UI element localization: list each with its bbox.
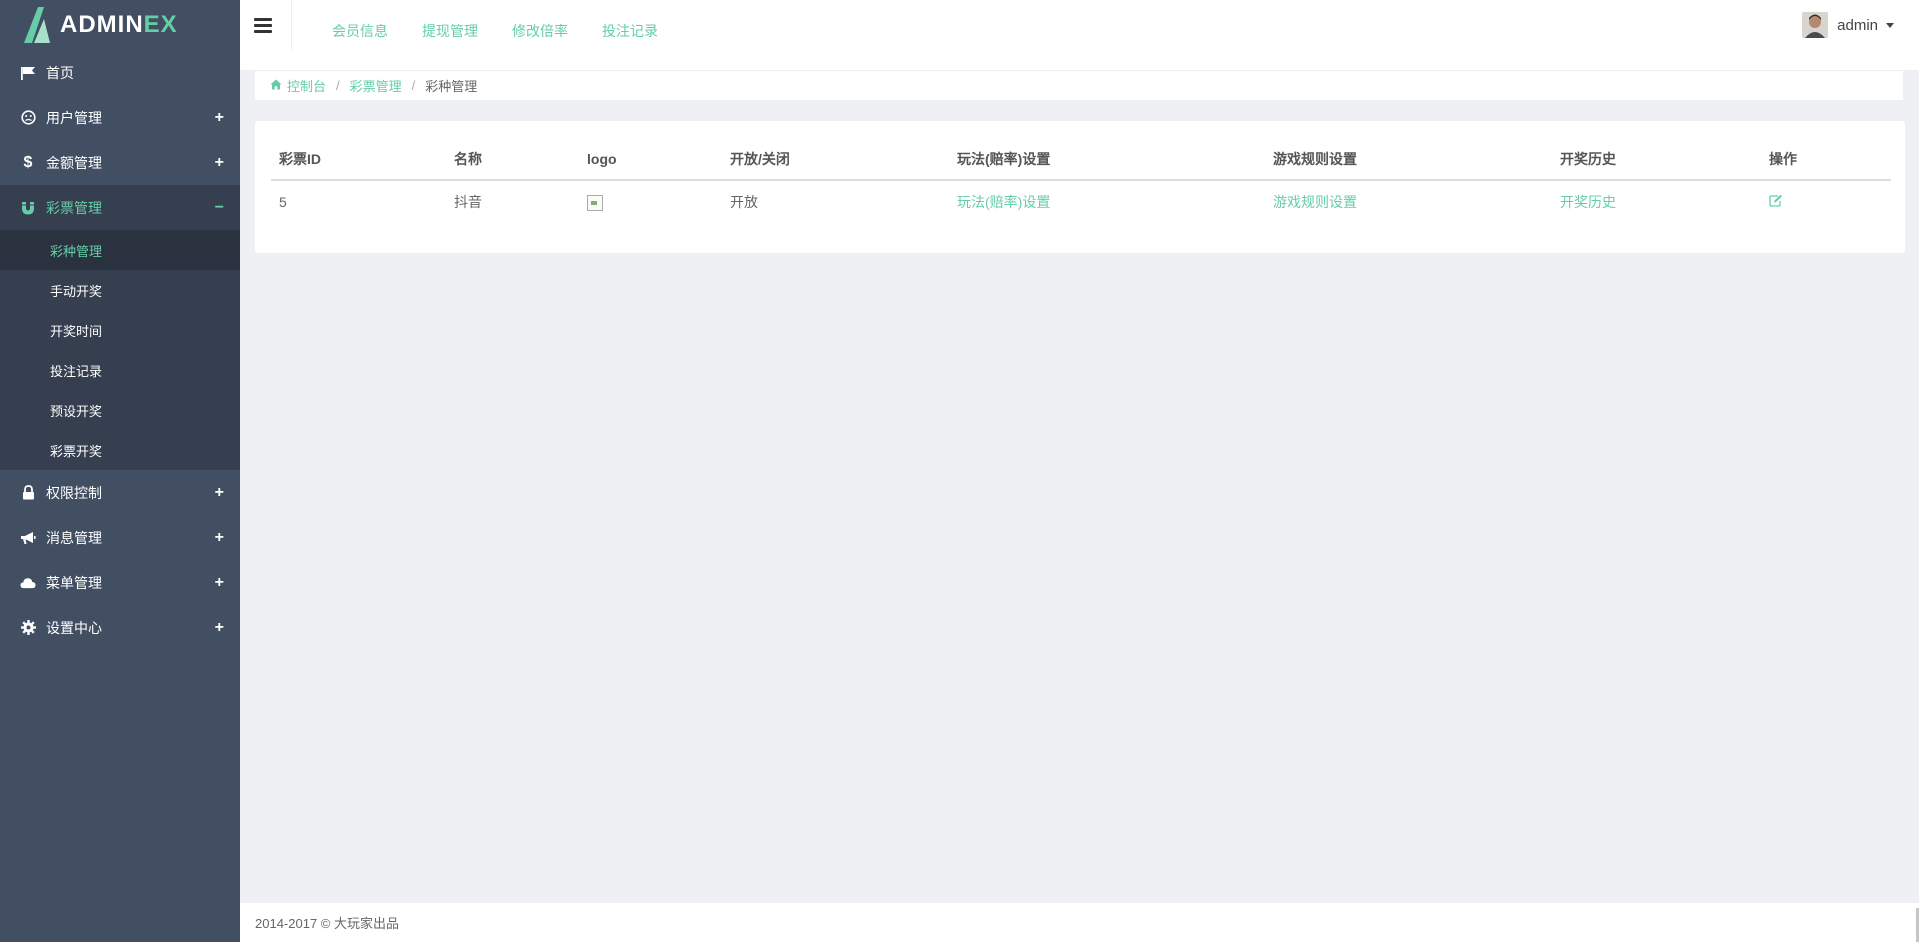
cell-status: 开放 (730, 194, 758, 210)
col-header-actions: 操作 (1761, 139, 1891, 181)
sidebar-menu: 首页 用户管理 + $ 金额管理 + 彩票管理 − 彩种管理 手动开奖 开奖时间 (0, 50, 240, 650)
breadcrumb-separator: / (336, 78, 340, 93)
col-header-logo: logo (579, 139, 722, 181)
cell-odds: 玩法(赔率)设置 (949, 180, 1265, 223)
odds-settings-link[interactable]: 玩法(赔率)设置 (957, 194, 1050, 210)
user-circle-icon (20, 110, 36, 126)
topnav-bet-records[interactable]: 投注记录 (602, 21, 658, 41)
bullhorn-icon (20, 530, 36, 546)
breadcrumb-current: 彩种管理 (425, 79, 478, 94)
user-menu[interactable]: admin (1802, 12, 1894, 38)
sidebar-item-users[interactable]: 用户管理 + (0, 95, 240, 140)
expand-icon: + (214, 618, 224, 636)
flag-icon (20, 65, 36, 81)
sidebar-item-label: 彩票管理 (46, 199, 102, 216)
rules-settings-link[interactable]: 游戏规则设置 (1273, 194, 1357, 210)
sidebar-item-lottery[interactable]: 彩票管理 − (0, 185, 240, 230)
sidebar-item-home[interactable]: 首页 (0, 50, 240, 95)
footer-copyright: 2014-2017 © 大玩家出品 (255, 916, 399, 931)
sidebar-item-label: 金额管理 (46, 154, 102, 171)
sidebar-item-settings[interactable]: 设置中心 + (0, 605, 240, 650)
cell-id: 5 (279, 194, 287, 210)
footer: 2014-2017 © 大玩家出品 (240, 903, 1919, 942)
collapse-icon: − (214, 198, 224, 216)
caret-down-icon (1886, 22, 1894, 28)
sidebar-item-messages[interactable]: 消息管理 + (0, 515, 240, 560)
brand-suffix: EX (143, 11, 178, 38)
top-nav: 会员信息 提现管理 修改倍率 投注记录 (332, 21, 658, 41)
edit-icon[interactable] (1769, 194, 1783, 210)
sidebar-item-finance[interactable]: $ 金额管理 + (0, 140, 240, 185)
cell-actions (1761, 180, 1891, 223)
col-header-history: 开奖历史 (1552, 139, 1761, 181)
breadcrumb: 控制台 / 彩票管理 / 彩种管理 (255, 71, 1903, 100)
brand-logo[interactable]: ADMIN EX (0, 0, 240, 50)
sidebar-item-label: 首页 (46, 64, 74, 81)
sidebar-item-label: 设置中心 (46, 619, 102, 636)
cell-history: 开奖历史 (1552, 180, 1761, 223)
topnav-edit-multiplier[interactable]: 修改倍率 (512, 21, 568, 41)
expand-icon: + (214, 153, 224, 171)
breadcrumb-separator: / (411, 78, 416, 93)
sidebar-item-label: 用户管理 (46, 109, 102, 126)
brand-prefix: ADMIN (60, 11, 144, 38)
col-header-name: 名称 (446, 139, 579, 181)
expand-icon: + (214, 483, 224, 501)
col-header-status: 开放/关闭 (722, 139, 949, 181)
submenu-item-lottery-types[interactable]: 彩种管理 (0, 230, 240, 270)
broken-image-icon (587, 194, 603, 211)
submenu-item-manual-draw[interactable]: 手动开奖 (0, 270, 240, 310)
top-header: 会员信息 提现管理 修改倍率 投注记录 admin (240, 0, 1919, 71)
col-header-odds: 玩法(赔率)设置 (949, 139, 1265, 181)
lottery-table: 彩票ID 名称 logo 开放/关闭 玩法(赔率)设置 游戏规则设置 开奖历史 … (271, 139, 1891, 223)
cell-logo (579, 180, 722, 223)
lottery-submenu: 彩种管理 手动开奖 开奖时间 投注记录 预设开奖 彩票开奖 (0, 230, 240, 470)
expand-icon: + (214, 108, 224, 126)
lock-icon (20, 485, 36, 501)
magnet-icon (20, 200, 36, 216)
breadcrumb-home[interactable]: 控制台 (287, 76, 326, 95)
cell-name: 抖音 (454, 194, 482, 210)
submenu-item-preset-draw[interactable]: 预设开奖 (0, 390, 240, 430)
topnav-withdraw[interactable]: 提现管理 (422, 21, 478, 41)
topnav-member-info[interactable]: 会员信息 (332, 21, 388, 41)
sidebar-item-permissions[interactable]: 权限控制 + (0, 470, 240, 515)
sidebar-item-label: 消息管理 (46, 529, 102, 546)
submenu-item-bet-records[interactable]: 投注记录 (0, 350, 240, 390)
cell-rules: 游戏规则设置 (1265, 180, 1552, 223)
lottery-types-panel: 彩票ID 名称 logo 开放/关闭 玩法(赔率)设置 游戏规则设置 开奖历史 … (255, 121, 1905, 253)
menu-toggle-icon[interactable] (254, 18, 272, 34)
home-icon (270, 78, 282, 93)
cloud-icon (20, 575, 36, 591)
draw-history-link[interactable]: 开奖历史 (1560, 194, 1616, 210)
breadcrumb-section[interactable]: 彩票管理 (350, 76, 402, 95)
sidebar-item-label: 菜单管理 (46, 574, 102, 591)
submenu-item-lottery-draw[interactable]: 彩票开奖 (0, 430, 240, 470)
col-header-id: 彩票ID (271, 139, 446, 181)
submenu-item-draw-time[interactable]: 开奖时间 (0, 310, 240, 350)
table-header-row: 彩票ID 名称 logo 开放/关闭 玩法(赔率)设置 游戏规则设置 开奖历史 … (271, 139, 1891, 181)
avatar (1802, 12, 1829, 38)
col-header-rules: 游戏规则设置 (1265, 139, 1552, 181)
sidebar-item-menus[interactable]: 菜单管理 + (0, 560, 240, 605)
header-divider (291, 0, 292, 50)
gear-icon (20, 620, 36, 636)
user-name: admin (1837, 16, 1878, 34)
sidebar-item-label: 权限控制 (46, 484, 102, 501)
logo-mark-icon (20, 5, 54, 45)
expand-icon: + (214, 528, 224, 546)
dollar-icon: $ (23, 153, 33, 171)
lottery-submenu-wrapper: 彩种管理 手动开奖 开奖时间 投注记录 预设开奖 彩票开奖 (0, 230, 240, 470)
sidebar: ADMIN EX 首页 用户管理 + $ 金额管理 + 彩票管理 − 彩种管理 … (0, 0, 240, 942)
expand-icon: + (214, 573, 224, 591)
table-row: 5 抖音 开放 玩法(赔率)设置 游戏规则设置 开奖历史 (271, 180, 1891, 223)
